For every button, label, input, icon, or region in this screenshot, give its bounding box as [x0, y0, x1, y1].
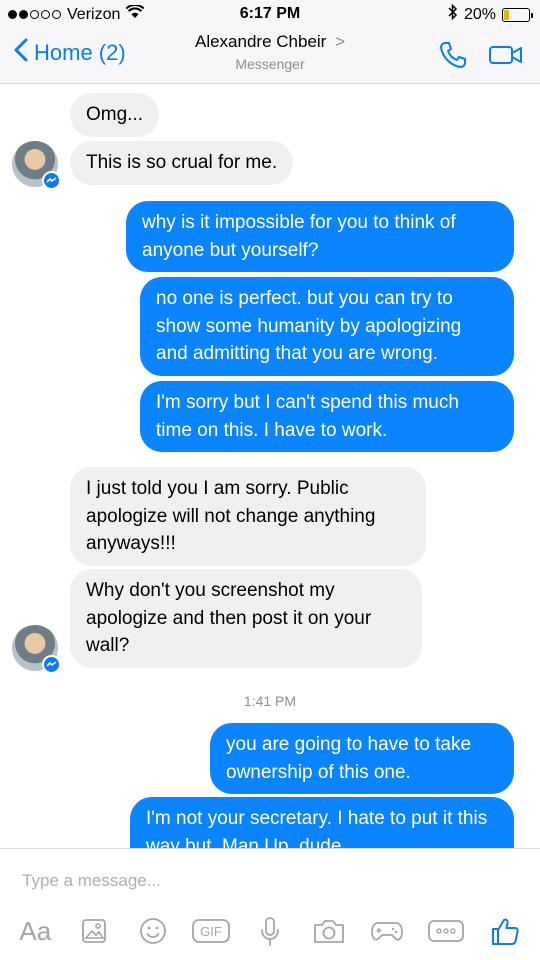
message-thread[interactable]: Omg... This is so crual for me. why is i…	[0, 85, 540, 848]
messenger-badge-icon	[42, 655, 61, 674]
message-timestamp: 1:41 PM	[243, 693, 297, 709]
avatar[interactable]	[12, 625, 61, 674]
bluetooth-icon	[448, 3, 458, 25]
video-camera-icon[interactable]	[488, 43, 524, 72]
battery-icon	[502, 7, 533, 22]
status-bar-right: 20%	[448, 3, 533, 25]
emoji-icon[interactable]	[133, 913, 173, 949]
message-bubble-incoming: Why don't you screenshot my apologize an…	[70, 569, 422, 668]
contact-name: Alexandre Chbeir	[194, 32, 327, 51]
gif-icon[interactable]: GIF	[191, 913, 231, 949]
microphone-icon[interactable]	[250, 913, 290, 949]
message-bubble-outgoing: why is it impossible for you to think of…	[126, 201, 514, 272]
message-input[interactable]	[22, 869, 512, 893]
message-bubble-outgoing: you are going to have to take ownership …	[210, 723, 514, 794]
image-icon[interactable]	[74, 913, 114, 949]
battery-percent: 20%	[463, 5, 496, 23]
message-bubble-outgoing: no one is perfect. but you can try to sh…	[140, 277, 514, 376]
message-bubble-incoming: I just told you I am sorry. Public apolo…	[70, 467, 426, 566]
composer-toolbar: Aa GIF	[0, 911, 540, 951]
messenger-badge-icon	[42, 171, 61, 190]
camera-icon[interactable]	[309, 913, 349, 949]
chevron-right-icon: >	[335, 32, 346, 51]
message-bubble-incoming: This is so crual for me.	[70, 141, 294, 185]
game-controller-icon[interactable]	[367, 913, 407, 949]
text-format-label: Aa	[19, 915, 52, 946]
message-bubble-outgoing: I'm not your secretary. I hate to put it…	[130, 797, 514, 848]
avatar[interactable]	[12, 141, 61, 190]
gif-label: GIF	[200, 924, 222, 939]
thumbs-up-icon[interactable]	[485, 913, 525, 949]
status-bar: Verizon 6:17 PM 20%	[0, 0, 540, 28]
text-format-icon[interactable]: Aa	[15, 913, 55, 949]
phone-icon[interactable]	[438, 40, 468, 75]
message-bubble-outgoing: I'm sorry but I can't spend this much ti…	[140, 381, 514, 452]
message-bubble-incoming: Omg...	[70, 93, 160, 137]
composer: Aa GIF	[0, 848, 540, 960]
nav-bar: Home (2) Alexandre Chbeir > Messenger	[0, 28, 540, 84]
more-icon[interactable]	[426, 913, 466, 949]
